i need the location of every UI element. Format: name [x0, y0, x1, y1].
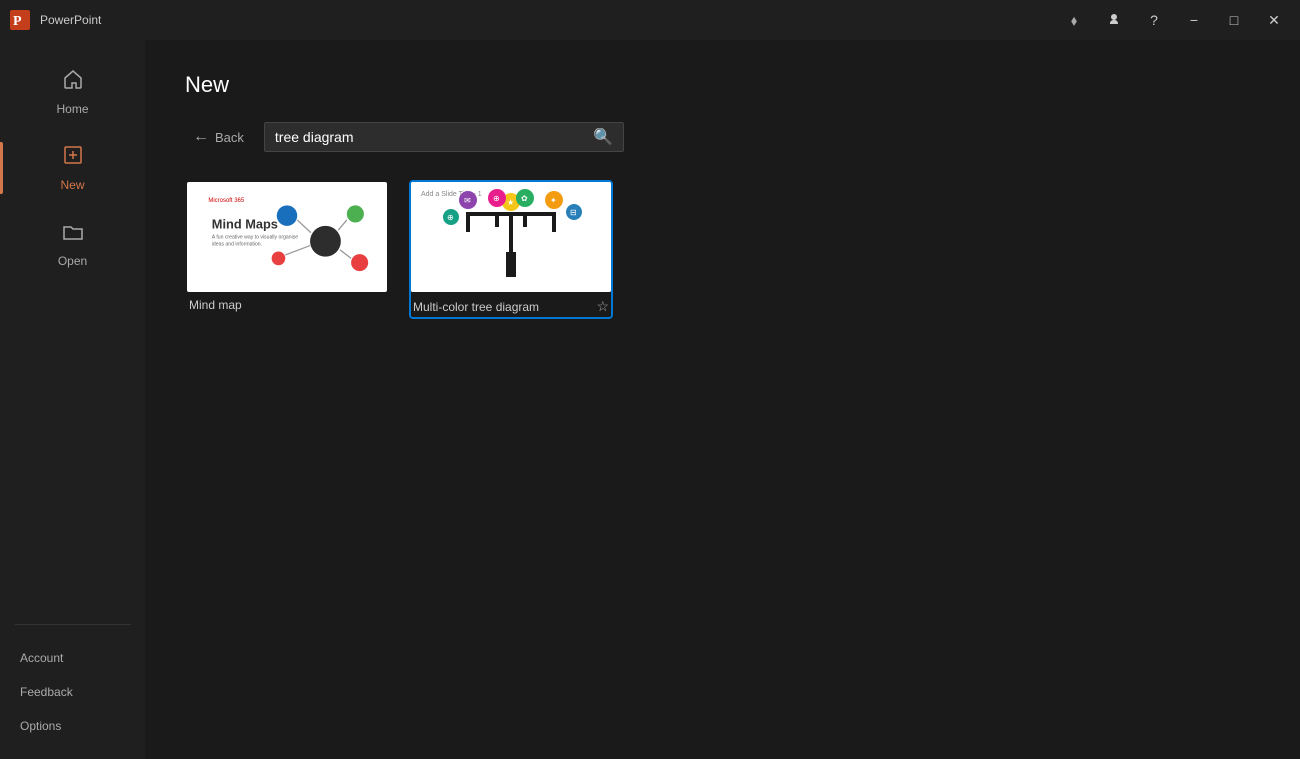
template-card-mind-map[interactable]: Microsoft 365 Mind Maps A fun creative w… [185, 180, 389, 319]
title-bar: P PowerPoint ⬧ ? − □ ✕ [0, 0, 1300, 40]
sidebar-divider [15, 624, 131, 625]
svg-text:Mind Maps: Mind Maps [212, 216, 278, 231]
main-layout: Home New [0, 40, 1300, 759]
sidebar-options[interactable]: Options [0, 709, 145, 743]
tree-thumbnail: Add a Slide Title - 1 [411, 182, 611, 292]
new-icon [62, 144, 84, 172]
sidebar-item-home[interactable]: Home [0, 56, 145, 128]
back-arrow-icon: ← [193, 128, 209, 146]
content-area: New ← Back 🔍 Microsoft 365 [145, 40, 1300, 759]
app-name: PowerPoint [40, 13, 101, 27]
home-icon [62, 68, 84, 96]
template-label-row-mind-map: Mind map [187, 292, 387, 314]
svg-text:★: ★ [507, 198, 514, 207]
help-button[interactable]: ? [1136, 4, 1172, 36]
title-bar-right: ⬧ ? − □ ✕ [1056, 4, 1292, 36]
svg-text:P: P [13, 14, 22, 29]
svg-text:Microsoft 365: Microsoft 365 [208, 198, 245, 204]
template-label-row-tree: Multi-color tree diagram ☆ [411, 292, 611, 317]
sidebar-account[interactable]: Account [0, 641, 145, 675]
svg-text:⊕: ⊕ [493, 194, 500, 203]
people-button[interactable] [1096, 4, 1132, 36]
close-button[interactable]: ✕ [1256, 4, 1292, 36]
sidebar: Home New [0, 40, 145, 759]
open-icon [62, 220, 84, 248]
search-input[interactable] [275, 129, 593, 145]
sidebar-item-home-label: Home [56, 102, 88, 116]
search-icon[interactable]: 🔍 [593, 127, 613, 147]
tree-diagram-label: Multi-color tree diagram [413, 300, 539, 314]
sidebar-item-open[interactable]: Open [0, 208, 145, 280]
maximize-button[interactable]: □ [1216, 4, 1252, 36]
template-card-tree-diagram[interactable]: Add a Slide Title - 1 [409, 180, 613, 319]
page-title: New [185, 72, 1260, 98]
templates-grid: Microsoft 365 Mind Maps A fun creative w… [185, 180, 1260, 319]
diamond-button[interactable]: ⬧ [1056, 4, 1092, 36]
title-bar-left: P PowerPoint [8, 8, 101, 32]
svg-text:A fun creative way to visually: A fun creative way to visually organise [212, 235, 298, 241]
back-label: Back [215, 130, 244, 145]
sidebar-item-new[interactable]: New [0, 132, 145, 204]
sidebar-nav: Home New [0, 48, 145, 616]
svg-text:✦: ✦ [550, 196, 557, 205]
mind-map-label: Mind map [189, 298, 242, 312]
sidebar-feedback[interactable]: Feedback [0, 675, 145, 709]
svg-text:⊕: ⊕ [447, 213, 454, 222]
sidebar-item-new-label: New [60, 178, 84, 192]
sidebar-item-open-label: Open [58, 254, 87, 268]
mind-map-thumbnail: Microsoft 365 Mind Maps A fun creative w… [187, 182, 387, 292]
svg-text:⊟: ⊟ [570, 208, 577, 217]
app-logo: P [8, 8, 32, 32]
search-box: 🔍 [264, 122, 624, 152]
svg-text:✿: ✿ [521, 194, 528, 203]
svg-text:ideas and information.: ideas and information. [212, 242, 262, 248]
back-button[interactable]: ← Back [185, 124, 252, 150]
minimize-button[interactable]: − [1176, 4, 1212, 36]
sidebar-bottom: Account Feedback Options [0, 633, 145, 751]
search-row: ← Back 🔍 [185, 122, 1260, 152]
star-icon[interactable]: ☆ [596, 298, 609, 315]
svg-text:✉: ✉ [464, 196, 471, 205]
